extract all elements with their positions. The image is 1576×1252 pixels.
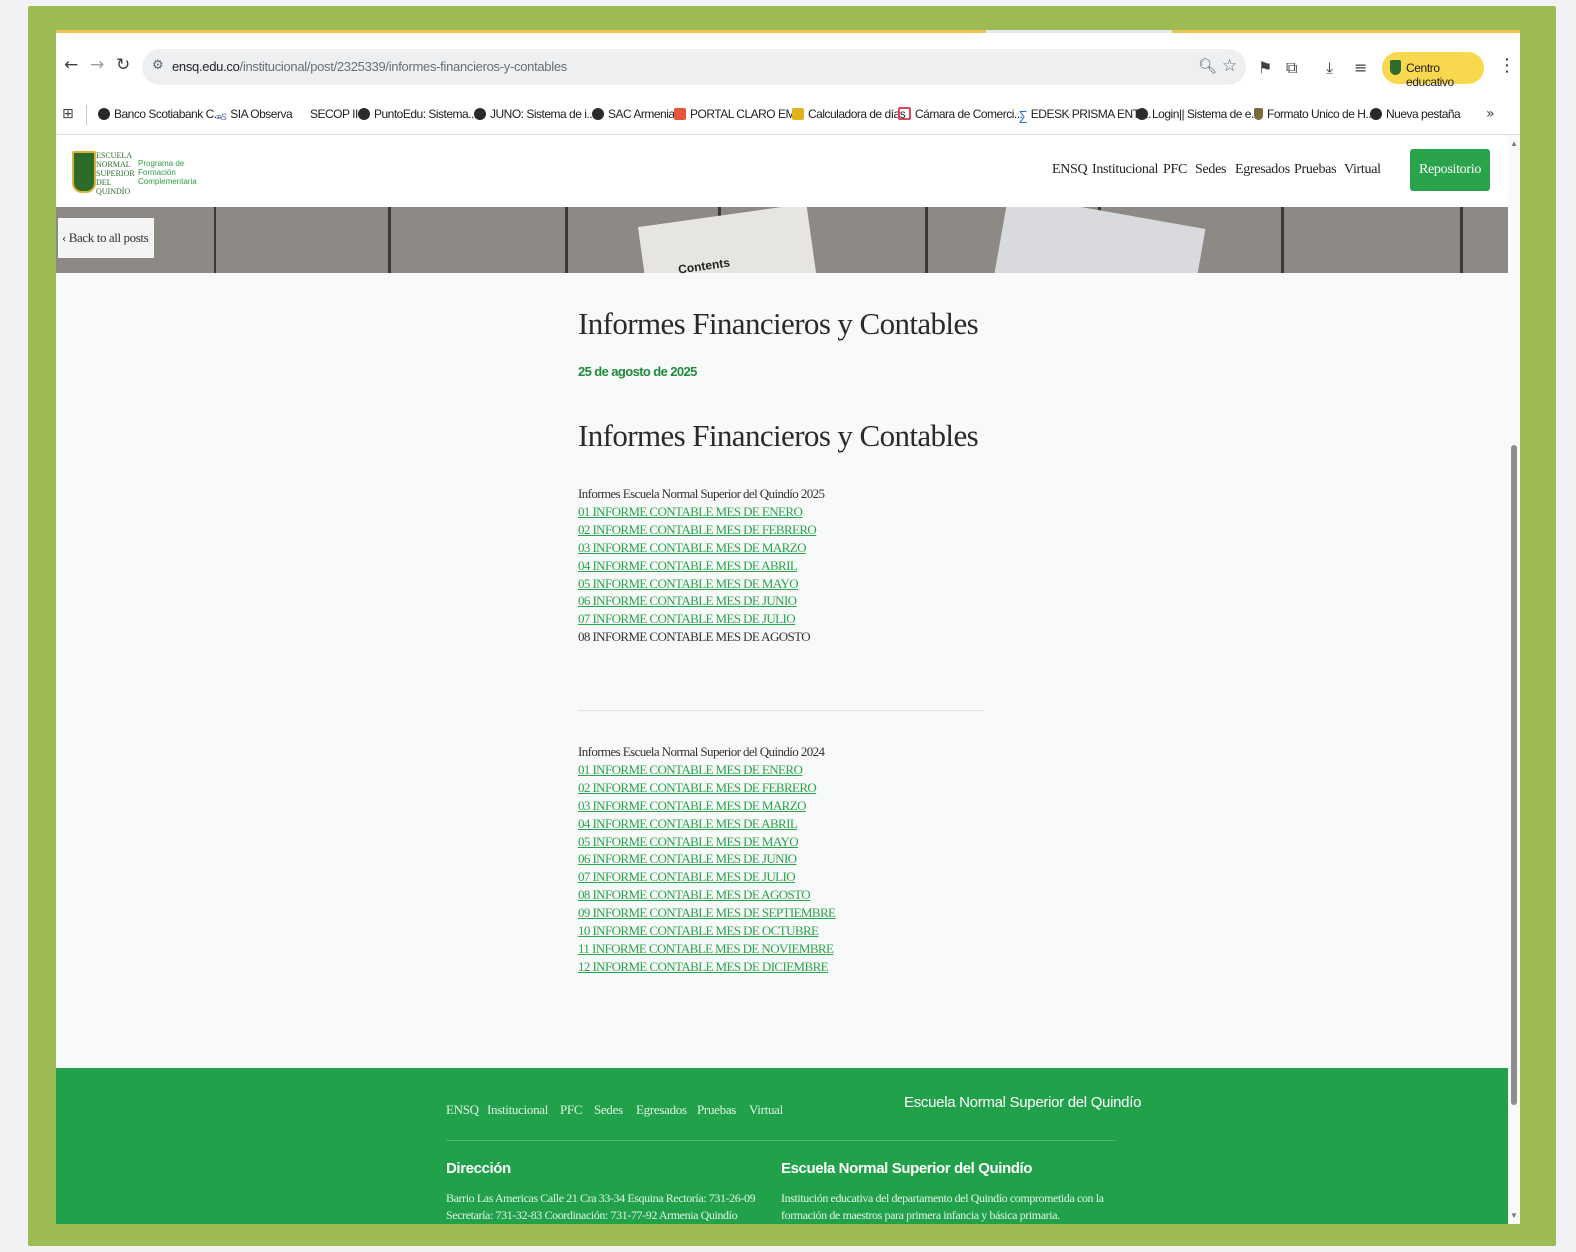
nav-pruebas[interactable]: Pruebas xyxy=(1294,162,1337,178)
report-link[interactable]: 08 INFORME CONTABLE MES DE AGOSTO xyxy=(578,886,998,904)
report-link[interactable]: 04 INFORME CONTABLE MES DE ABRIL xyxy=(578,557,998,575)
report-link[interactable]: 03 INFORME CONTABLE MES DE MARZO xyxy=(578,539,998,557)
post-banner-image: Contents xyxy=(56,207,1508,273)
scroll-up-icon[interactable]: ▲ xyxy=(1510,139,1518,148)
footer-address-heading: Dirección xyxy=(446,1160,511,1177)
kebab-menu-icon[interactable]: ⋮ xyxy=(1498,55,1516,76)
more-bookmarks-icon[interactable]: » xyxy=(1486,106,1495,122)
browser-toolbar: ← → ↻ ⚙ ensq.edu.co/institucional/post/2… xyxy=(56,33,1520,96)
bookmark-item[interactable]: PORTAL CLARO EM... xyxy=(674,107,804,121)
post-body-title: Informes Financieros y Contables xyxy=(578,418,979,453)
footer-nav-pfc[interactable]: PFC xyxy=(560,1102,583,1118)
bookmark-item[interactable]: Calculadora de días xyxy=(792,107,906,121)
nav-egresados[interactable]: Egresados xyxy=(1235,162,1290,178)
scrollbar-thumb[interactable] xyxy=(1511,445,1517,1105)
footer-nav-sedes[interactable]: Sedes xyxy=(594,1102,623,1118)
star-icon[interactable]: ☆ xyxy=(1222,56,1237,76)
report-link[interactable]: 09 INFORME CONTABLE MES DE SEPTIEMBRE xyxy=(578,904,998,922)
tune-icon[interactable]: ⚙ xyxy=(152,58,164,73)
nav-pfc[interactable]: PFC xyxy=(1163,162,1187,178)
footer-nav-pruebas[interactable]: Pruebas xyxy=(697,1102,736,1118)
flag-icon[interactable]: ⚑ xyxy=(1258,58,1272,77)
bookmark-item[interactable]: ≡S SIA Observa xyxy=(216,107,293,122)
reload-icon[interactable]: ↻ xyxy=(116,55,130,75)
section-heading: Informes Escuela Normal Superior del Qui… xyxy=(578,744,825,759)
report-pending: 08 INFORME CONTABLE MES DE AGOSTO xyxy=(578,629,811,645)
school-logo[interactable]: ESCUELA NORMAL SUPERIOR DEL QUINDÍO Prog… xyxy=(72,145,197,196)
url-text[interactable]: ensq.edu.co/institucional/post/2325339/i… xyxy=(172,59,567,74)
site-header: ESCUELA NORMAL SUPERIOR DEL QUINDÍO Prog… xyxy=(56,135,1520,207)
browser-window: ← → ↻ ⚙ ensq.edu.co/institucional/post/2… xyxy=(56,30,1520,1224)
forward-arrow-icon[interactable]: → xyxy=(90,55,104,75)
post-date: 25 de agosto de 2025 xyxy=(578,364,697,379)
repositorio-button[interactable]: Repositorio xyxy=(1410,149,1490,191)
logo-text: ESCUELA NORMAL SUPERIOR DEL QUINDÍO xyxy=(96,151,135,196)
footer-about-heading: Escuela Normal Superior del Quindío xyxy=(781,1160,1033,1177)
report-link[interactable]: 01 INFORME CONTABLE MES DE ENERO xyxy=(578,503,998,521)
report-link[interactable]: 06 INFORME CONTABLE MES DE JUNIO xyxy=(578,850,998,868)
profile-chip[interactable]: Centro educativo xyxy=(1382,52,1484,89)
report-link[interactable]: 04 INFORME CONTABLE MES DE ABRIL xyxy=(578,815,998,833)
bookmark-item[interactable]: SECOP II xyxy=(310,107,358,121)
footer-nav-virtual[interactable]: Virtual xyxy=(749,1102,783,1118)
reports-2025-section: Informes Escuela Normal Superior del Qui… xyxy=(578,485,998,646)
bookmark-item[interactable]: JUNO: Sistema de i... xyxy=(474,107,595,121)
school-crest-icon xyxy=(72,151,96,193)
bookmark-item[interactable]: Formato Unico de H... xyxy=(1254,107,1374,121)
extension-icon[interactable]: ⧉ xyxy=(1286,58,1297,78)
report-link[interactable]: 12 INFORME CONTABLE MES DE DICIEMBRE xyxy=(578,958,998,976)
footer-divider xyxy=(446,1140,1116,1141)
bookmark-item[interactable]: SAC Armenia xyxy=(592,107,675,121)
report-link[interactable]: 07 INFORME CONTABLE MES DE JULIO xyxy=(578,868,998,886)
address-bar[interactable]: ⚙ ensq.edu.co/institucional/post/2325339… xyxy=(142,49,1246,85)
bookmark-item[interactable]: ∑ EDESK PRISMA ENTI... xyxy=(1018,107,1151,123)
apps-grid-icon[interactable]: ⊞ xyxy=(62,106,74,122)
school-shield-icon xyxy=(1390,60,1401,75)
logo-subtext: Programa de Formación Complementaria xyxy=(138,159,197,186)
post-title: Informes Financieros y Contables xyxy=(578,306,979,341)
report-link[interactable]: 10 INFORME CONTABLE MES DE OCTUBRE xyxy=(578,922,998,940)
media-queue-icon[interactable]: ≡ xyxy=(1354,58,1367,77)
bookmarks-bar: ⊞ Banco Scotiabank C... ≡S SIA Observa SE… xyxy=(56,96,1520,135)
footer-nav-egresados[interactable]: Egresados xyxy=(636,1102,687,1118)
bookmark-item[interactable]: Nueva pestaña xyxy=(1370,107,1461,121)
report-link[interactable]: 05 INFORME CONTABLE MES DE MAYO xyxy=(578,833,998,851)
nav-institucional[interactable]: Institucional xyxy=(1092,162,1158,178)
scroll-down-icon[interactable]: ▼ xyxy=(1510,1211,1518,1220)
report-link[interactable]: 11 INFORME CONTABLE MES DE NOVIEMBRE xyxy=(578,940,998,958)
section-heading: Informes Escuela Normal Superior del Qui… xyxy=(578,486,825,501)
reports-2024-section: Informes Escuela Normal Superior del Qui… xyxy=(578,743,998,976)
section-divider xyxy=(578,710,984,711)
report-link[interactable]: 06 INFORME CONTABLE MES DE JUNIO xyxy=(578,592,998,610)
footer-about-text: Institución educativa del departamento d… xyxy=(781,1191,1104,1222)
report-link[interactable]: 01 INFORME CONTABLE MES DE ENERO xyxy=(578,761,998,779)
back-to-all-posts-button[interactable]: ‹ Back to all posts xyxy=(58,218,154,258)
bookmark-item[interactable]: PuntoEdu: Sistema... xyxy=(358,107,477,121)
nav-virtual[interactable]: Virtual xyxy=(1344,162,1381,178)
footer-address-text: Barrio Las Americas Calle 21 Cra 33-34 E… xyxy=(446,1191,756,1222)
bookmark-item[interactable]: Cámara de Comerci... xyxy=(898,107,1023,121)
report-link[interactable]: 07 INFORME CONTABLE MES DE JULIO xyxy=(578,610,998,628)
report-link[interactable]: 02 INFORME CONTABLE MES DE FEBRERO xyxy=(578,521,998,539)
bookmark-item[interactable]: Login|| Sistema de e... xyxy=(1136,107,1260,121)
bookmark-separator xyxy=(86,105,87,125)
download-icon[interactable]: ⤓ xyxy=(1326,58,1333,78)
back-arrow-icon[interactable]: ← xyxy=(64,55,78,75)
footer-brand: Escuela Normal Superior del Quindío xyxy=(904,1094,1142,1111)
nav-ensq[interactable]: ENSQ xyxy=(1052,162,1088,178)
site-footer: ENSQ Institucional PFC Sedes Egresados P… xyxy=(56,1068,1508,1224)
footer-nav-institucional[interactable]: Institucional xyxy=(487,1102,548,1118)
report-link[interactable]: 02 INFORME CONTABLE MES DE FEBRERO xyxy=(578,779,998,797)
report-link[interactable]: 03 INFORME CONTABLE MES DE MARZO xyxy=(578,797,998,815)
nav-sedes[interactable]: Sedes xyxy=(1195,162,1226,178)
footer-nav-ensq[interactable]: ENSQ xyxy=(446,1102,479,1118)
zoom-icon[interactable]: 🔍︎ xyxy=(1198,57,1217,75)
report-link[interactable]: 05 INFORME CONTABLE MES DE MAYO xyxy=(578,575,998,593)
bookmark-item[interactable]: Banco Scotiabank C... xyxy=(98,107,223,121)
page-scrollbar[interactable]: ▲ ▼ xyxy=(1508,135,1520,1224)
